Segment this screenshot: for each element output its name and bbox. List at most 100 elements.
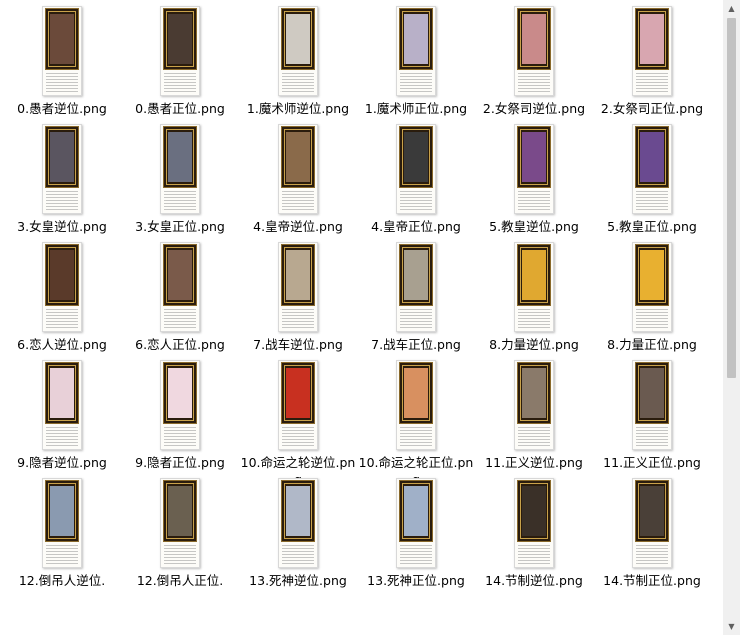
file-item[interactable]: 12.倒吊人逆位.: [3, 478, 121, 596]
image-thumbnail[interactable]: [396, 242, 436, 332]
image-thumbnail[interactable]: [160, 242, 200, 332]
file-item[interactable]: 14.节制逆位.png: [475, 478, 593, 596]
file-item[interactable]: 10.命运之轮正位.png: [357, 360, 475, 487]
file-item[interactable]: 12.倒吊人正位.: [121, 478, 239, 596]
image-thumbnail[interactable]: [632, 6, 672, 96]
file-item[interactable]: 1.魔术师正位.png: [357, 6, 475, 124]
file-name[interactable]: 14.节制正位.png: [594, 572, 710, 589]
file-name[interactable]: 12.倒吊人逆位.: [4, 572, 120, 589]
file-name[interactable]: 4.皇帝正位.png: [358, 218, 474, 235]
file-name[interactable]: 5.教皇正位.png: [594, 218, 710, 235]
file-name[interactable]: 0.愚者逆位.png: [4, 100, 120, 117]
file-name[interactable]: 7.战车正位.png: [358, 336, 474, 353]
file-name[interactable]: 11.正义正位.png: [594, 454, 710, 471]
file-name[interactable]: 2.女祭司正位.png: [594, 100, 710, 117]
image-thumbnail[interactable]: [632, 360, 672, 450]
file-item[interactable]: 5.教皇正位.png: [593, 124, 711, 242]
file-item[interactable]: 3.女皇正位.png: [121, 124, 239, 242]
card-art: [522, 486, 546, 536]
file-name[interactable]: 3.女皇逆位.png: [4, 218, 120, 235]
file-name[interactable]: 0.愚者正位.png: [122, 100, 238, 117]
image-thumbnail[interactable]: [396, 360, 436, 450]
file-item[interactable]: 8.力量逆位.png: [475, 242, 593, 360]
image-thumbnail[interactable]: [632, 478, 672, 568]
card-description-text: [164, 309, 196, 328]
file-name[interactable]: 4.皇帝逆位.png: [240, 218, 356, 235]
image-thumbnail[interactable]: [42, 6, 82, 96]
image-thumbnail[interactable]: [632, 124, 672, 214]
image-thumbnail[interactable]: [42, 478, 82, 568]
scroll-up-icon[interactable]: ▲: [723, 0, 740, 17]
file-item[interactable]: 2.女祭司逆位.png: [475, 6, 593, 124]
card-art: [50, 132, 74, 182]
image-thumbnail[interactable]: [278, 478, 318, 568]
file-item[interactable]: 8.力量正位.png: [593, 242, 711, 360]
image-thumbnail[interactable]: [160, 478, 200, 568]
file-item[interactable]: 2.女祭司正位.png: [593, 6, 711, 124]
file-item[interactable]: 11.正义逆位.png: [475, 360, 593, 478]
file-name[interactable]: 7.战车逆位.png: [240, 336, 356, 353]
image-thumbnail[interactable]: [396, 124, 436, 214]
file-name[interactable]: 11.正义逆位.png: [476, 454, 592, 471]
image-thumbnail[interactable]: [632, 242, 672, 332]
file-name[interactable]: 6.恋人逆位.png: [4, 336, 120, 353]
image-thumbnail[interactable]: [514, 6, 554, 96]
file-item[interactable]: 7.战车正位.png: [357, 242, 475, 360]
image-thumbnail[interactable]: [42, 242, 82, 332]
file-name[interactable]: 12.倒吊人正位.: [122, 572, 238, 589]
scroll-thumb[interactable]: [727, 18, 736, 378]
tarot-card-image: [635, 480, 669, 542]
file-item[interactable]: 11.正义正位.png: [593, 360, 711, 478]
file-item[interactable]: 7.战车逆位.png: [239, 242, 357, 360]
file-name[interactable]: 14.节制逆位.png: [476, 572, 592, 589]
file-item[interactable]: 4.皇帝正位.png: [357, 124, 475, 242]
file-item[interactable]: 0.愚者正位.png: [121, 6, 239, 124]
file-item[interactable]: 0.愚者逆位.png: [3, 6, 121, 124]
scroll-down-icon[interactable]: ▼: [723, 618, 740, 635]
file-name[interactable]: 9.隐者逆位.png: [4, 454, 120, 471]
image-thumbnail[interactable]: [396, 478, 436, 568]
file-name[interactable]: 13.死神正位.png: [358, 572, 474, 589]
file-name[interactable]: 5.教皇逆位.png: [476, 218, 592, 235]
image-thumbnail[interactable]: [278, 124, 318, 214]
card-description-text: [636, 191, 668, 210]
image-thumbnail[interactable]: [278, 360, 318, 450]
file-item[interactable]: 14.节制正位.png: [593, 478, 711, 596]
file-item[interactable]: 6.恋人逆位.png: [3, 242, 121, 360]
image-thumbnail[interactable]: [514, 124, 554, 214]
card-description-text: [518, 73, 550, 92]
file-item[interactable]: 4.皇帝逆位.png: [239, 124, 357, 242]
card-description-text: [518, 191, 550, 210]
image-thumbnail[interactable]: [278, 242, 318, 332]
card-art: [640, 368, 664, 418]
image-thumbnail[interactable]: [42, 124, 82, 214]
file-name[interactable]: 6.恋人正位.png: [122, 336, 238, 353]
file-item[interactable]: 5.教皇逆位.png: [475, 124, 593, 242]
file-item[interactable]: 1.魔术师逆位.png: [239, 6, 357, 124]
file-name[interactable]: 2.女祭司逆位.png: [476, 100, 592, 117]
file-item[interactable]: 9.隐者正位.png: [121, 360, 239, 478]
file-item[interactable]: 10.命运之轮逆位.png: [239, 360, 357, 487]
image-thumbnail[interactable]: [514, 242, 554, 332]
vertical-scrollbar[interactable]: ▲ ▼: [723, 0, 740, 635]
file-item[interactable]: 13.死神正位.png: [357, 478, 475, 596]
file-name[interactable]: 8.力量逆位.png: [476, 336, 592, 353]
file-name[interactable]: 9.隐者正位.png: [122, 454, 238, 471]
file-item[interactable]: 3.女皇逆位.png: [3, 124, 121, 242]
file-name[interactable]: 3.女皇正位.png: [122, 218, 238, 235]
file-item[interactable]: 9.隐者逆位.png: [3, 360, 121, 478]
image-thumbnail[interactable]: [160, 124, 200, 214]
image-thumbnail[interactable]: [42, 360, 82, 450]
file-name[interactable]: 1.魔术师正位.png: [358, 100, 474, 117]
image-thumbnail[interactable]: [396, 6, 436, 96]
file-name[interactable]: 13.死神逆位.png: [240, 572, 356, 589]
file-name[interactable]: 1.魔术师逆位.png: [240, 100, 356, 117]
image-thumbnail[interactable]: [514, 360, 554, 450]
file-item[interactable]: 13.死神逆位.png: [239, 478, 357, 596]
image-thumbnail[interactable]: [160, 6, 200, 96]
image-thumbnail[interactable]: [278, 6, 318, 96]
image-thumbnail[interactable]: [514, 478, 554, 568]
file-name[interactable]: 8.力量正位.png: [594, 336, 710, 353]
file-item[interactable]: 6.恋人正位.png: [121, 242, 239, 360]
image-thumbnail[interactable]: [160, 360, 200, 450]
